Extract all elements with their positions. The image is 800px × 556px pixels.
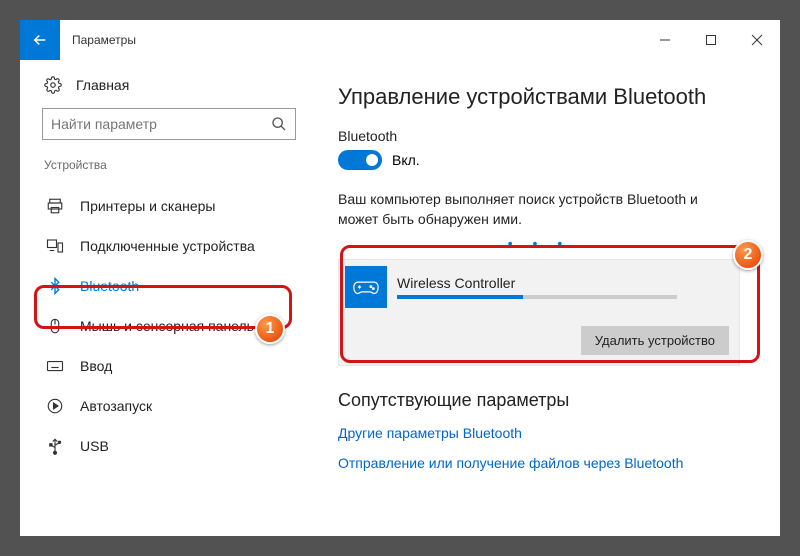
printer-icon xyxy=(46,197,64,215)
bluetooth-toggle-state: Вкл. xyxy=(392,152,420,168)
remove-device-button[interactable]: Удалить устройство xyxy=(581,326,729,355)
search-icon xyxy=(271,116,287,132)
search-input[interactable] xyxy=(51,116,271,132)
device-card[interactable]: Wireless Controller Удалить устройство xyxy=(338,259,740,366)
device-header: Wireless Controller xyxy=(339,260,739,312)
sidebar-item-label: Мышь и сенсорная панель xyxy=(80,318,254,334)
connected-devices-icon xyxy=(46,237,64,255)
settings-window: Параметры Главная Устройства Принтеры и … xyxy=(20,20,780,536)
keyboard-icon xyxy=(46,357,64,375)
bluetooth-toggle-row: Вкл. xyxy=(338,150,740,170)
device-info: Wireless Controller xyxy=(397,275,731,299)
pairing-progress xyxy=(397,295,677,299)
bluetooth-toggle[interactable] xyxy=(338,150,382,170)
sidebar-item-bluetooth[interactable]: Bluetooth xyxy=(42,266,304,306)
related-settings-heading: Сопутствующие параметры xyxy=(338,390,740,411)
app-title: Параметры xyxy=(72,33,642,47)
gear-icon xyxy=(44,76,62,94)
sidebar-item-input[interactable]: Ввод xyxy=(42,346,304,386)
sidebar-item-autoplay[interactable]: Автозапуск xyxy=(42,386,304,426)
progress-fill xyxy=(397,295,523,299)
more-bluetooth-settings-link[interactable]: Другие параметры Bluetooth xyxy=(338,425,740,441)
send-receive-files-link[interactable]: Отправление или получение файлов через B… xyxy=(338,455,740,471)
sidebar-item-label: Bluetooth xyxy=(80,278,139,294)
main-panel: Управление устройствами Bluetooth Blueto… xyxy=(310,60,780,536)
sidebar-item-connected[interactable]: Подключенные устройства xyxy=(42,226,304,266)
gamepad-icon xyxy=(345,266,387,308)
sidebar-item-printers[interactable]: Принтеры и сканеры xyxy=(42,186,304,226)
searching-dots: • • • xyxy=(338,235,740,251)
maximize-button[interactable] xyxy=(688,20,734,60)
sidebar-item-usb[interactable]: USB xyxy=(42,426,304,466)
back-button[interactable] xyxy=(20,20,60,60)
autoplay-icon xyxy=(46,397,64,415)
bluetooth-icon xyxy=(46,277,64,295)
titlebar: Параметры xyxy=(20,20,780,60)
toggle-knob xyxy=(366,154,378,166)
sidebar: Главная Устройства Принтеры и сканеры По… xyxy=(20,60,310,536)
discovery-status-text: Ваш компьютер выполняет поиск устройств … xyxy=(338,190,740,229)
sidebar-item-label: USB xyxy=(80,438,109,454)
sidebar-item-mouse[interactable]: Мышь и сенсорная панель xyxy=(42,306,304,346)
usb-icon xyxy=(46,437,64,455)
window-controls xyxy=(642,20,780,60)
mouse-icon xyxy=(46,317,64,335)
sidebar-item-label: Ввод xyxy=(80,358,112,374)
minimize-button[interactable] xyxy=(642,20,688,60)
home-link[interactable]: Главная xyxy=(42,68,304,108)
close-button[interactable] xyxy=(734,20,780,60)
page-title: Управление устройствами Bluetooth xyxy=(338,84,740,110)
bluetooth-toggle-label: Bluetooth xyxy=(338,128,740,144)
arrow-left-icon xyxy=(31,31,49,49)
home-label: Главная xyxy=(76,77,129,93)
sidebar-item-label: Принтеры и сканеры xyxy=(80,198,215,214)
content-area: Главная Устройства Принтеры и сканеры По… xyxy=(20,60,780,536)
section-label: Устройства xyxy=(42,158,304,172)
device-actions: Удалить устройство xyxy=(339,312,739,365)
sidebar-item-label: Подключенные устройства xyxy=(80,238,255,254)
device-name: Wireless Controller xyxy=(397,275,731,291)
sidebar-item-label: Автозапуск xyxy=(80,398,152,414)
search-box[interactable] xyxy=(42,108,296,140)
